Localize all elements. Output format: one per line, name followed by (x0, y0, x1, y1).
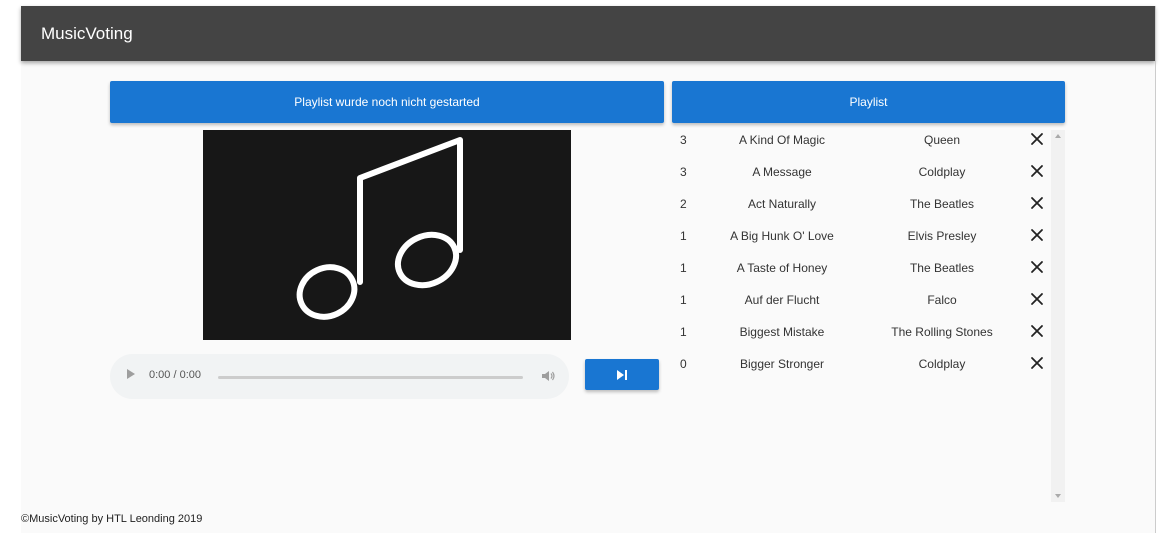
footer: ©MusicVoting by HTL Leonding 2019 (21, 513, 203, 525)
remove-song-icon[interactable] (1028, 162, 1046, 180)
player-status-bar: Playlist wurde noch nicht gestarted (110, 81, 664, 123)
song-title: A Kind Of Magic (738, 133, 826, 147)
artist-name: The Beatles (909, 197, 975, 211)
album-art (203, 130, 571, 340)
music-note-icon (296, 137, 463, 320)
remove-song-icon[interactable] (1028, 130, 1046, 148)
vote-count: 3 (680, 133, 687, 147)
page-canvas: MusicVoting Playlist wurde noch nicht ge… (21, 6, 1155, 533)
playlist-row: 0 Bigger Stronger Coldplay (672, 347, 1050, 379)
song-title: A Taste of Honey (736, 261, 828, 275)
seek-bar[interactable] (218, 376, 523, 379)
vote-count: 1 (680, 325, 687, 339)
playlist-scrollbar[interactable] (1051, 130, 1065, 502)
song-title: A Message (752, 165, 812, 179)
skip-button[interactable] (585, 359, 659, 390)
remove-song-icon[interactable] (1028, 258, 1046, 276)
playlist-row: 1 A Big Hunk O' Love Elvis Presley (672, 219, 1050, 251)
skip-next-icon (617, 369, 627, 380)
playlist-row: 2 Act Naturally The Beatles (672, 187, 1050, 219)
playlist-header: Playlist (672, 81, 1065, 123)
app-root: MusicVoting Playlist wurde noch nicht ge… (0, 0, 1166, 533)
page-edge-divider (1155, 6, 1156, 533)
audio-player[interactable]: 0:00 / 0:00 (110, 354, 569, 399)
artist-name: Coldplay (918, 165, 966, 179)
vote-count: 2 (680, 197, 687, 211)
vote-count: 3 (680, 165, 687, 179)
playlist-list: 3 A Kind Of Magic Queen 3 A Message Coldplay 2… (672, 123, 1050, 503)
scroll-up-icon[interactable] (1055, 134, 1061, 138)
remove-song-icon[interactable] (1028, 194, 1046, 212)
play-icon[interactable] (127, 369, 135, 379)
song-title: Bigger Stronger (739, 357, 825, 371)
remove-song-icon[interactable] (1028, 322, 1046, 340)
song-title: Auf der Flucht (744, 293, 820, 307)
volume-icon[interactable] (540, 368, 556, 384)
playlist-row: 1 Auf der Flucht Falco (672, 283, 1050, 315)
song-title: Biggest Mistake (739, 325, 825, 339)
app-title: MusicVoting (41, 24, 133, 43)
playlist-row: 3 A Message Coldplay (672, 155, 1050, 187)
playlist-row: 1 A Taste of Honey The Beatles (672, 251, 1050, 283)
vote-count: 1 (680, 293, 687, 307)
scroll-down-icon[interactable] (1055, 494, 1061, 498)
playlist-row: 1 Biggest Mistake The Rolling Stones (672, 315, 1050, 347)
artist-name: Queen (923, 133, 961, 147)
artist-name: Falco (927, 293, 957, 307)
artist-name: The Beatles (909, 261, 975, 275)
top-toolbar: MusicVoting (21, 6, 1155, 61)
vote-count: 0 (680, 357, 687, 371)
song-title: A Big Hunk O' Love (730, 229, 834, 243)
remove-song-icon[interactable] (1028, 354, 1046, 372)
time-display: 0:00 / 0:00 (149, 369, 201, 381)
vote-count: 1 (680, 261, 687, 275)
remove-song-icon[interactable] (1028, 290, 1046, 308)
playlist-row: 3 A Kind Of Magic Queen (672, 123, 1050, 155)
artist-name: Elvis Presley (907, 229, 977, 243)
remove-song-icon[interactable] (1028, 226, 1046, 244)
vote-count: 1 (680, 229, 687, 243)
song-title: Act Naturally (747, 197, 817, 211)
artist-name: The Rolling Stones (891, 325, 993, 339)
artist-name: Coldplay (918, 357, 966, 371)
